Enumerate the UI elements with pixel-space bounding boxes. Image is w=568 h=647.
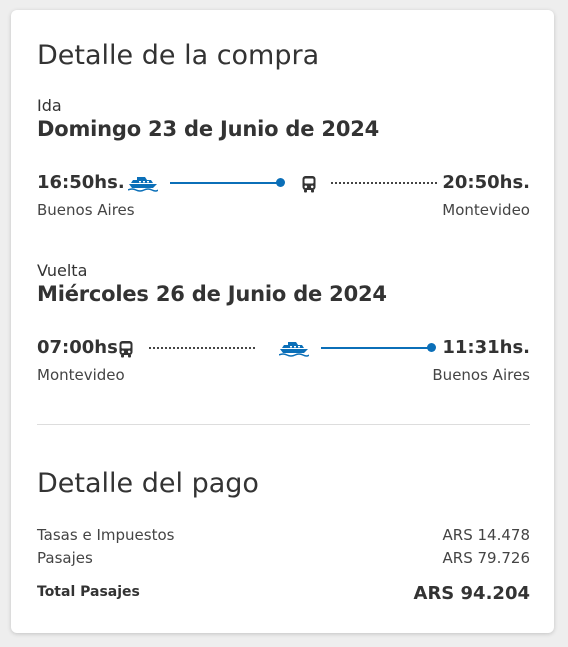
taxes-label: Tasas e Impuestos	[37, 526, 175, 544]
return-bus-line	[149, 347, 255, 349]
outbound-arrival-city: Montevideo	[442, 201, 530, 219]
outbound-date: Domingo 23 de Junio de 2024	[37, 117, 380, 141]
tickets-value: ARS 79.726	[442, 549, 530, 567]
outbound-departure-time: 16:50hs.	[37, 172, 125, 193]
outbound-label: Ida	[37, 96, 62, 115]
return-ferry-line	[321, 347, 429, 349]
return-arrival-time: 11:31hs.	[442, 337, 530, 358]
bus-icon	[302, 176, 316, 193]
return-date: Miércoles 26 de Junio de 2024	[37, 282, 387, 306]
section-divider	[37, 424, 530, 425]
ferry-icon	[128, 177, 158, 192]
outbound-departure-city: Buenos Aires	[37, 201, 135, 219]
taxes-value: ARS 14.478	[442, 526, 530, 544]
return-arrival-city: Buenos Aires	[432, 366, 530, 384]
outbound-bus-line	[331, 182, 437, 184]
total-value: ARS 94.204	[413, 583, 530, 604]
outbound-arrival-time: 20:50hs.	[442, 172, 530, 193]
payment-detail-title: Detalle del pago	[37, 468, 259, 499]
bus-icon	[119, 341, 133, 358]
return-departure-time: 07:00hs.	[37, 337, 125, 358]
tickets-label: Pasajes	[37, 549, 93, 567]
purchase-detail-title: Detalle de la compra	[37, 40, 320, 71]
return-label: Vuelta	[37, 261, 88, 280]
outbound-ferry-line	[170, 182, 278, 184]
return-arrival-dot	[427, 343, 436, 352]
total-label: Total Pasajes	[37, 584, 140, 600]
purchase-detail-card: Detalle de la compra Ida Domingo 23 de J…	[11, 10, 554, 633]
return-departure-city: Montevideo	[37, 366, 125, 384]
outbound-transfer-dot	[276, 178, 285, 187]
ferry-icon	[279, 342, 309, 357]
